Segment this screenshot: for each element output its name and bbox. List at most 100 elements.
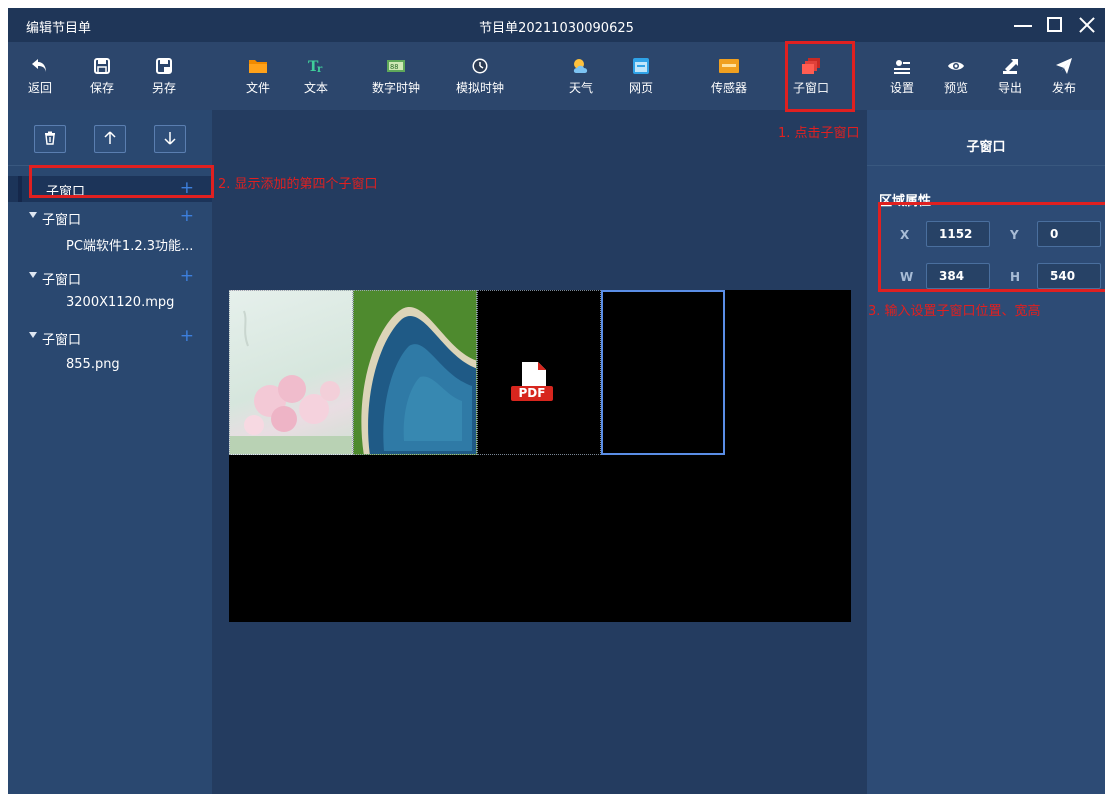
program-stage[interactable]: PDF <box>229 290 851 622</box>
webpage-icon <box>632 57 650 75</box>
file-button[interactable]: 文件 <box>241 42 275 110</box>
toolbar: 返回 保存 另存 文件 Tr 文本 88 数字时钟 模拟时钟 天气 网页 传感器… <box>8 42 1105 110</box>
arrow-down-icon <box>163 130 177 149</box>
svg-text:r: r <box>317 64 323 75</box>
analog-clock-button[interactable]: 模拟时钟 <box>452 42 508 110</box>
analog-clock-label: 模拟时钟 <box>455 80 504 95</box>
subwindow-video-tile[interactable] <box>353 290 477 455</box>
tree-child-label: 855.png <box>66 357 120 372</box>
add-icon[interactable]: + <box>180 178 194 198</box>
eye-icon <box>947 57 965 75</box>
panel-divider <box>867 165 1105 166</box>
add-icon[interactable]: + <box>180 326 194 346</box>
subwindow-label: 子窗口 <box>792 80 829 95</box>
analog-clock-icon <box>471 57 489 75</box>
tree-item-subwindow-2[interactable]: 子窗口 + <box>8 264 212 290</box>
caret-down-icon[interactable] <box>29 212 37 218</box>
arrow-up-icon <box>103 130 117 149</box>
tree-item-subwindow-4[interactable]: 子窗口 + <box>8 176 212 202</box>
weather-icon <box>571 57 591 75</box>
digital-clock-label: 数字时钟 <box>371 80 420 95</box>
lake-image <box>361 307 476 454</box>
save-button[interactable]: 保存 <box>86 42 118 110</box>
tree-item-label: 子窗口 <box>46 185 86 200</box>
settings-button[interactable]: 设置 <box>886 42 918 110</box>
tree-child-label: PC端软件1.2.3功能... <box>66 239 194 254</box>
folder-icon <box>248 57 268 75</box>
webpage-button[interactable]: 网页 <box>624 42 658 110</box>
save-label: 保存 <box>89 80 114 95</box>
preview-button[interactable]: 预览 <box>940 42 972 110</box>
document-title: 节目单20211030090625 <box>479 21 634 36</box>
weather-button[interactable]: 天气 <box>564 42 598 110</box>
subwindow-button[interactable]: 子窗口 <box>788 42 834 110</box>
publish-button[interactable]: 发布 <box>1048 42 1080 110</box>
text-icon: Tr <box>306 57 326 75</box>
title-bar: 编辑节目单 节目单20211030090625 <box>8 8 1105 42</box>
add-icon[interactable]: + <box>180 206 194 226</box>
caret-down-icon[interactable] <box>29 332 37 338</box>
x-label: X <box>900 228 910 242</box>
move-down-button[interactable] <box>154 125 186 153</box>
region-properties-heading: 区域属性 <box>879 194 932 209</box>
file-label: 文件 <box>245 80 270 95</box>
webpage-label: 网页 <box>628 80 653 95</box>
properties-panel: 子窗口 区域属性 X Y W H <box>867 110 1105 794</box>
subwindow-image-tile[interactable] <box>229 290 353 455</box>
maximize-icon[interactable] <box>1039 10 1071 40</box>
close-icon[interactable] <box>1071 10 1103 40</box>
annotation-step1: 1. 点击子窗口 <box>778 126 860 141</box>
back-button[interactable]: 返回 <box>24 42 56 110</box>
svg-text:88: 88 <box>390 63 398 71</box>
digital-clock-icon: 88 <box>386 57 406 75</box>
back-label: 返回 <box>27 80 52 95</box>
properties-title: 子窗口 <box>966 140 1006 155</box>
w-field[interactable] <box>926 263 990 289</box>
caret-down-icon[interactable] <box>29 272 37 278</box>
settings-label: 设置 <box>889 80 914 95</box>
add-icon[interactable]: + <box>180 266 194 286</box>
save-as-button[interactable]: 另存 <box>148 42 180 110</box>
x-field[interactable] <box>926 221 990 247</box>
w-label: W <box>900 270 914 284</box>
trash-icon <box>43 130 57 149</box>
panel-divider <box>8 165 212 166</box>
tree-child-item[interactable]: 3200X1120.mpg <box>8 290 212 316</box>
delete-button[interactable] <box>34 125 66 153</box>
sensor-button[interactable]: 传感器 <box>704 42 754 110</box>
weather-label: 天气 <box>568 80 593 95</box>
tree-item-label: 子窗口 <box>42 273 82 288</box>
undo-icon <box>31 57 49 75</box>
export-button[interactable]: 导出 <box>994 42 1026 110</box>
subwindow-document-tile[interactable]: PDF <box>477 290 601 455</box>
h-field[interactable] <box>1037 263 1101 289</box>
y-label: Y <box>1010 228 1019 242</box>
tree-item-subwindow-1[interactable]: 子窗口 + <box>8 324 212 350</box>
text-label: 文本 <box>303 80 328 95</box>
save-as-label: 另存 <box>151 80 176 95</box>
tree-child-item[interactable]: PC端软件1.2.3功能... <box>8 230 212 256</box>
sensor-label: 传感器 <box>710 80 747 95</box>
subwindow-tree-panel: 子窗口 + 子窗口 + PC端软件1.2.3功能... 子窗口 + 3200X1… <box>8 110 212 794</box>
move-up-button[interactable] <box>94 125 126 153</box>
program-editor-window: 编辑节目单 节目单20211030090625 返回 保存 另存 文件 T r … <box>8 8 1105 794</box>
minimize-icon[interactable] <box>1007 10 1039 40</box>
send-icon <box>1055 57 1073 75</box>
save-as-icon <box>155 57 173 75</box>
subwindow-icon <box>801 57 821 75</box>
sensor-icon <box>718 57 740 75</box>
y-field[interactable] <box>1037 221 1101 247</box>
annotation-step2: 2. 显示添加的第四个子窗口 <box>218 177 378 192</box>
preview-label: 预览 <box>943 80 968 95</box>
text-button[interactable]: Tr 文本 <box>299 42 333 110</box>
tree-child-item[interactable]: 855.png <box>8 352 212 378</box>
export-icon <box>1001 57 1019 75</box>
tree-item-label: 子窗口 <box>42 333 82 348</box>
tree-item-subwindow-3[interactable]: 子窗口 + <box>8 204 212 230</box>
save-icon <box>93 57 111 75</box>
h-label: H <box>1010 270 1021 284</box>
digital-clock-button[interactable]: 88 数字时钟 <box>368 42 424 110</box>
publish-label: 发布 <box>1051 80 1076 95</box>
annotation-step3: 3. 输入设置子窗口位置、宽高 <box>868 304 1041 319</box>
subwindow-selected-empty-tile[interactable] <box>601 290 725 455</box>
